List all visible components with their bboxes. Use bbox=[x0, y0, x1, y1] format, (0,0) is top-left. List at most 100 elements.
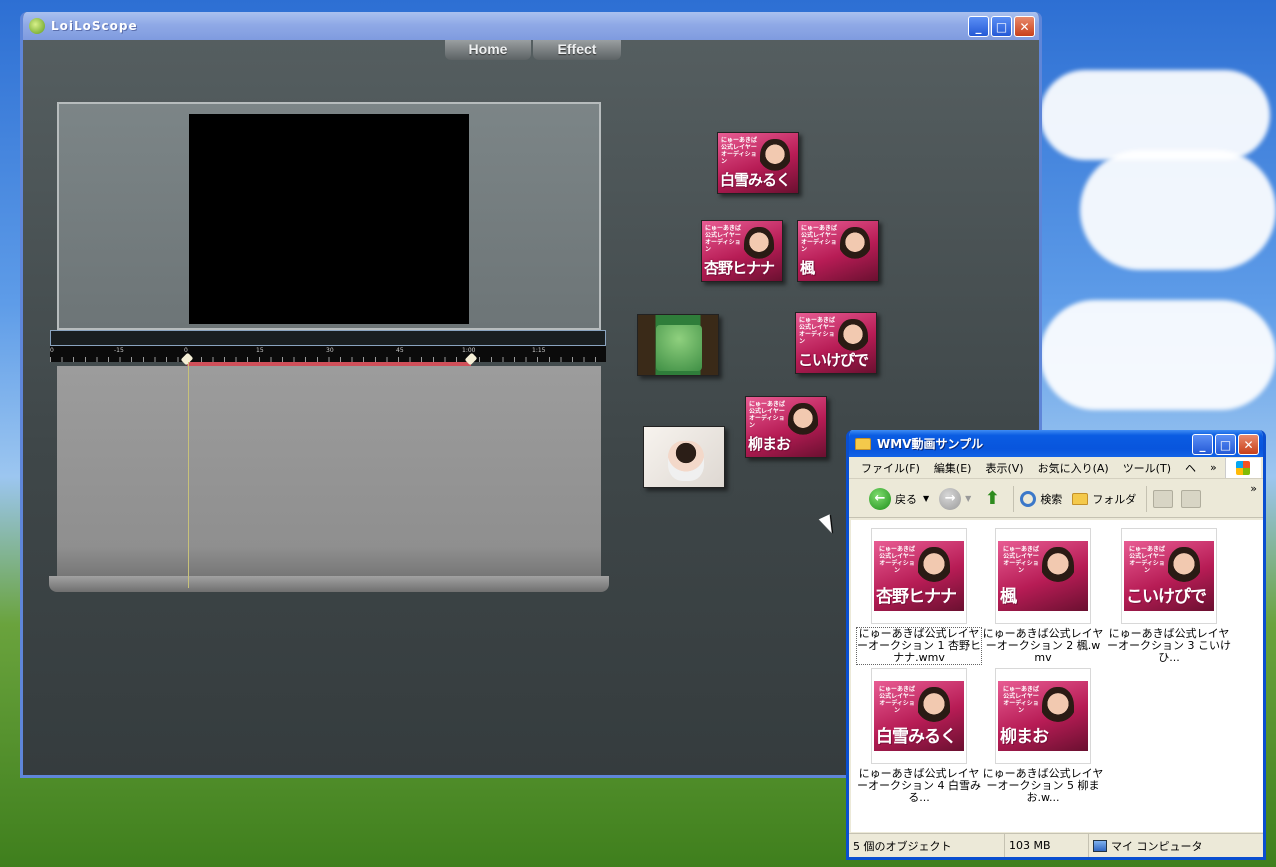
tab-effect[interactable]: Effect bbox=[533, 40, 621, 60]
file-label: にゅーあきば公式レイヤーオークション 2 楓.wmv bbox=[982, 627, 1104, 664]
maximize-button[interactable]: □ bbox=[991, 16, 1012, 37]
thumb-name: こいけぴで bbox=[798, 351, 869, 369]
file-thumbnail-frame: にゅーあきば公式レイヤーオーディション 楓 bbox=[995, 528, 1091, 624]
thumb-name: 楓 bbox=[800, 259, 815, 277]
file-list-view[interactable]: にゅーあきば公式レイヤーオーディション 杏野ヒナナ にゅーあきば公式レイヤーオー… bbox=[851, 520, 1263, 832]
ruler-label: 1:00 bbox=[462, 347, 476, 354]
status-size: 103 MB bbox=[1005, 834, 1089, 857]
folders-label: フォルダ bbox=[1092, 492, 1137, 506]
menu-help[interactable]: ヘ bbox=[1185, 460, 1196, 476]
timeline-ruler[interactable]: 0 -15 0 15 30 45 1:00 1:15 bbox=[50, 346, 606, 362]
explorer-titlebar[interactable]: WMV動画サンプル _ □ ✕ bbox=[849, 430, 1263, 457]
menu-overflow-chevron-icon[interactable]: » bbox=[1210, 461, 1217, 474]
thumb-caption: にゅーあきば公式レイヤーオーディション bbox=[705, 225, 742, 253]
file-thumbnail: にゅーあきば公式レイヤーオーディション こいけぴで bbox=[1124, 541, 1214, 611]
playhead-line[interactable] bbox=[188, 362, 189, 588]
file-label: にゅーあきば公式レイヤーオークション 4 白雪みる... bbox=[857, 767, 981, 804]
search-label: 検索 bbox=[1040, 492, 1063, 506]
clip-thumbnail[interactable]: にゅーあきば公式レイヤーオーディション こいけぴで bbox=[795, 312, 877, 374]
thumb-name: 杏野ヒナナ bbox=[704, 259, 775, 277]
thumb-name: 白雪みるく bbox=[720, 171, 791, 189]
person-image bbox=[1042, 547, 1074, 589]
thumb-caption: にゅーあきば公式レイヤーオーディション bbox=[801, 225, 838, 253]
thumb-name: 柳まお bbox=[748, 435, 791, 453]
explorer-toolbar: ← 戻る ▼ → ▼ ⬆ 検索 フォルダ » bbox=[849, 480, 1263, 518]
status-object-count: 5 個のオブジェクト bbox=[849, 834, 1005, 857]
status-location: マイ コンピュータ bbox=[1089, 834, 1207, 857]
file-item[interactable]: にゅーあきば公式レイヤーオーディション こいけぴで にゅーあきば公式レイヤーオー… bbox=[1107, 528, 1231, 664]
ruler-label: 0 bbox=[50, 347, 54, 354]
toolbar-overflow-chevron-icon[interactable]: » bbox=[1250, 482, 1257, 495]
explorer-title: WMV動画サンプル bbox=[877, 437, 984, 451]
clip-thumbnail[interactable]: にゅーあきば公式レイヤーオーディション 白雪みるく bbox=[717, 132, 799, 194]
forward-dropdown-icon[interactable]: ▼ bbox=[965, 494, 971, 503]
video-preview[interactable] bbox=[189, 114, 469, 324]
folder-icon bbox=[855, 437, 871, 450]
minimize-button[interactable]: _ bbox=[968, 16, 989, 37]
clip-thumbnail[interactable]: にゅーあきば公式レイヤーオーディション 柳まお bbox=[745, 396, 827, 458]
thumb-caption: にゅーあきば公式レイヤーオーディション bbox=[1002, 686, 1039, 714]
clip-thumbnail-room[interactable] bbox=[643, 426, 725, 488]
menu-edit[interactable]: 編集(E) bbox=[934, 460, 972, 476]
menu-view[interactable]: 表示(V) bbox=[985, 460, 1023, 476]
move-to-icon[interactable] bbox=[1153, 489, 1174, 508]
search-icon bbox=[1020, 490, 1037, 507]
file-item[interactable]: にゅーあきば公式レイヤーオーディション 柳まお にゅーあきば公式レイヤーオークシ… bbox=[981, 668, 1105, 804]
person-image bbox=[840, 227, 870, 265]
menu-tools[interactable]: ツール(T) bbox=[1123, 460, 1171, 476]
clip-track-edge bbox=[49, 576, 609, 592]
close-button[interactable]: ✕ bbox=[1014, 16, 1035, 37]
app-logo-icon bbox=[29, 18, 45, 34]
file-item[interactable]: にゅーあきば公式レイヤーオーディション 杏野ヒナナ にゅーあきば公式レイヤーオー… bbox=[856, 528, 982, 665]
up-folder-button[interactable]: ⬆ bbox=[981, 488, 1003, 510]
copy-to-icon[interactable] bbox=[1181, 489, 1202, 508]
explorer-maximize-button[interactable]: □ bbox=[1215, 434, 1236, 455]
forward-button[interactable]: → ▼ bbox=[939, 487, 971, 510]
person-image bbox=[668, 441, 704, 481]
thumb-name: 白雪みるく bbox=[876, 727, 957, 747]
ruler-label: -15 bbox=[114, 347, 124, 354]
thumb-caption: にゅーあきば公式レイヤーオーディション bbox=[749, 401, 786, 429]
file-item[interactable]: にゅーあきば公式レイヤーオーディション 白雪みるく にゅーあきば公式レイヤーオー… bbox=[857, 668, 981, 804]
folders-icon bbox=[1072, 492, 1089, 505]
menu-file[interactable]: ファイル(F) bbox=[861, 460, 920, 476]
back-dropdown-icon[interactable]: ▼ bbox=[923, 494, 929, 503]
window-controls: _ □ ✕ bbox=[968, 16, 1035, 37]
up-folder-icon: ⬆ bbox=[984, 488, 1000, 509]
thumb-caption: にゅーあきば公式レイヤーオーディション bbox=[1128, 546, 1165, 574]
person-image bbox=[788, 403, 818, 441]
thumb-caption: にゅーあきば公式レイヤーオーディション bbox=[878, 686, 915, 714]
forward-arrow-icon: → bbox=[939, 487, 962, 510]
timeline-scrub-bar[interactable] bbox=[50, 330, 606, 346]
explorer-window-controls: _ □ ✕ bbox=[1192, 434, 1259, 455]
explorer-statusbar: 5 個のオブジェクト 103 MB マイ コンピュータ bbox=[849, 833, 1263, 857]
menu-favorites[interactable]: お気に入り(A) bbox=[1038, 460, 1109, 476]
app-titlebar[interactable]: LoiLoScope _ □ ✕ bbox=[23, 12, 1039, 40]
thumb-name: 柳まお bbox=[1000, 727, 1049, 747]
toolbar-separator bbox=[1013, 485, 1015, 512]
file-thumbnail: にゅーあきば公式レイヤーオーディション 楓 bbox=[998, 541, 1088, 611]
thumb-caption: にゅーあきば公式レイヤーオーディション bbox=[878, 546, 915, 574]
file-thumbnail: にゅーあきば公式レイヤーオーディション 杏野ヒナナ bbox=[874, 541, 964, 611]
clip-track-area[interactable] bbox=[57, 366, 601, 592]
file-item[interactable]: にゅーあきば公式レイヤーオーディション 楓 にゅーあきば公式レイヤーオークション… bbox=[981, 528, 1105, 664]
tab-home[interactable]: Home bbox=[445, 40, 531, 60]
explorer-minimize-button[interactable]: _ bbox=[1192, 434, 1213, 455]
toolbar-separator bbox=[1146, 485, 1148, 512]
file-thumbnail: にゅーあきば公式レイヤーオーディション 白雪みるく bbox=[874, 681, 964, 751]
file-label: にゅーあきば公式レイヤーオークション 5 柳まお.w... bbox=[982, 767, 1104, 804]
clip-thumbnail[interactable]: にゅーあきば公式レイヤーオーディション 杏野ヒナナ bbox=[701, 220, 783, 282]
back-button[interactable]: ← 戻る ▼ bbox=[869, 487, 929, 510]
explorer-close-button[interactable]: ✕ bbox=[1238, 434, 1259, 455]
clip-thumbnail[interactable]: にゅーあきば公式レイヤーオーディション 楓 bbox=[797, 220, 879, 282]
mode-tabs: Home Effect bbox=[445, 40, 621, 60]
file-label: にゅーあきば公式レイヤーオークション 3 こいけひ... bbox=[1107, 627, 1231, 664]
my-computer-icon bbox=[1093, 839, 1107, 852]
desktop-cloud bbox=[1080, 150, 1276, 270]
file-thumbnail: にゅーあきば公式レイヤーオーディション 柳まお bbox=[998, 681, 1088, 751]
thumb-caption: にゅーあきば公式レイヤーオーディション bbox=[1002, 546, 1039, 574]
thumb-name: 楓 bbox=[1000, 587, 1017, 607]
search-button[interactable]: 検索 bbox=[1020, 490, 1063, 507]
clip-thumbnail-forest[interactable] bbox=[637, 314, 719, 376]
folders-button[interactable]: フォルダ bbox=[1072, 491, 1136, 507]
